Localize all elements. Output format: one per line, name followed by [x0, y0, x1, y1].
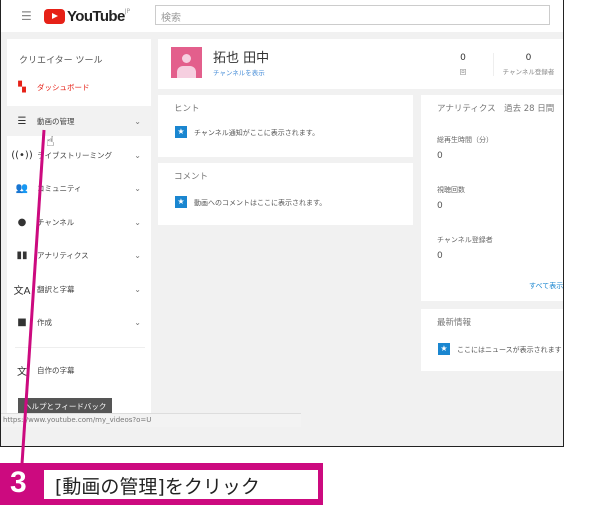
hand-cursor-icon: ☝	[46, 134, 55, 150]
step-number: 3	[10, 466, 27, 499]
step-caption: 3 [動画の管理]をクリック	[0, 463, 323, 505]
callout-line-stroke	[20, 129, 46, 465]
callout-line: ☝	[20, 129, 55, 465]
step-instruction: [動画の管理]をクリック	[44, 470, 318, 499]
